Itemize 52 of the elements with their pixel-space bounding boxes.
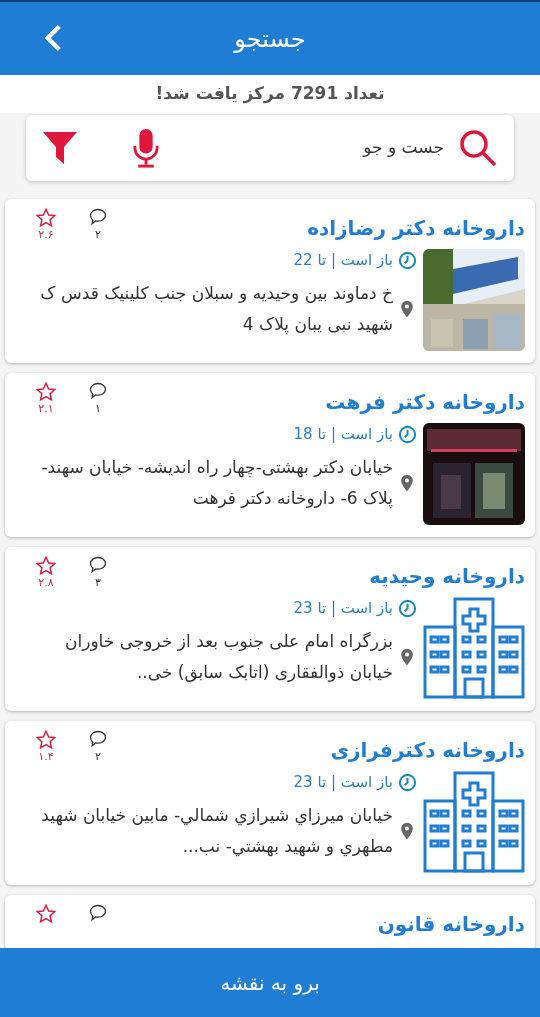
page-title: جستجو (234, 23, 306, 55)
star-icon (35, 555, 57, 577)
search-icon (458, 128, 498, 168)
microphone-icon (132, 128, 160, 168)
address-text: خ دماوند بین وحیدیه و سبلان جنب کلینیک قدس ک شهید نبی یبان پلاک 4 (39, 281, 393, 337)
rating-value: ۲.۶ (38, 229, 54, 240)
comment-icon (87, 555, 109, 575)
rating-value: ۲.۸ (38, 577, 54, 588)
search-field[interactable]: جست و جو (174, 135, 444, 161)
star-icon (35, 381, 57, 403)
clock-icon (398, 250, 417, 270)
filter-icon (42, 130, 78, 166)
pharmacy-card[interactable]: داروخانه قانون (5, 895, 535, 948)
comment-count: ۲ (95, 229, 101, 240)
star-icon (35, 729, 57, 751)
pharmacy-card[interactable]: داروخانه وحیدیه ۲.۸ ۳ باز است | تا 23 بزرگراه امام علی جنوب بعد از خروجی خاوران خیابان ذوالفقاری (اتابک سابق) خی.. (5, 547, 535, 711)
address-text: بزرگراه امام علی جنوب بعد از خروجی خاوران خیابان ذوالفقاری (اتابک سابق) خی.. (63, 629, 393, 684)
result-count: تعداد 7291 مرکز یافت شد! (155, 82, 385, 106)
comment-count: ۱ (95, 403, 101, 414)
opening-hours: باز است | تا 23 (293, 598, 393, 619)
address-text: خيابان ميرزاي شيرازي شمالي- مابين خيابان شهيد مطهري و شهيد بهشتي- نب... (40, 803, 393, 859)
pharmacy-title: داروخانه دکتر فرهت (325, 389, 525, 416)
pharmacy-card[interactable]: داروخانه دکتر فرهت ۲.۱ ۱ باز است | تا 18 خیابان دکتر بهشتی-چهار راه اندیشه- خیابان سهند- پلاک 6- داروخانه دکتر فرهت (5, 373, 535, 537)
star-icon (35, 903, 57, 925)
filter-button[interactable] (42, 130, 78, 166)
clock-icon (398, 772, 417, 792)
comment-icon (87, 381, 109, 401)
comment-icon (87, 207, 109, 227)
opening-hours: باز است | تا 18 (293, 424, 393, 445)
clock-icon (398, 598, 417, 618)
rating-value: ۱.۴ (38, 751, 54, 762)
clock-icon (398, 424, 417, 444)
hospital-building-icon (423, 771, 525, 873)
pharmacy-title: داروخانه دکتر رضازاده (307, 215, 525, 242)
star-icon (35, 207, 57, 229)
pharmacy-title: داروخانه وحیدیه (369, 563, 525, 590)
pharmacy-title: داروخانه دکترفرازی (330, 737, 525, 764)
comment-icon (87, 903, 109, 923)
pharmacy-title: داروخانه قانون (377, 911, 525, 938)
comment-icon (87, 729, 109, 749)
comment-count: ۳ (95, 577, 101, 588)
comment-count: ۲ (95, 751, 101, 762)
go-to-map-button[interactable]: برو به نقشه (0, 948, 540, 1017)
rating-value: ۲.۱ (38, 403, 54, 414)
search-button[interactable] (458, 128, 498, 168)
pharmacy-card[interactable]: داروخانه دکترفرازی ۱.۴ ۲ باز است | تا 23 خيابان ميرزاي شيرازي شمالي- مابين خيابان شهيد مطهري و شهيد بهشتي- نب... (5, 721, 535, 885)
hospital-building-icon (423, 597, 525, 699)
pharmacy-card[interactable]: داروخانه دکتر رضازاده ۲.۶ ۲ باز است | تا 22 خ دماوند بین وحیدیه و سبلان جنب کلینیک قدس ک شهید نبی یبان پلاک 4 (5, 199, 535, 363)
opening-hours: باز است | تا 23 (293, 772, 393, 793)
opening-hours: باز است | تا 22 (293, 250, 393, 271)
address-text: خیابان دکتر بهشتی-چهار راه اندیشه- خیابان سهند- پلاک 6- داروخانه دکتر فرهت (40, 455, 393, 511)
microphone-button[interactable] (132, 128, 160, 168)
